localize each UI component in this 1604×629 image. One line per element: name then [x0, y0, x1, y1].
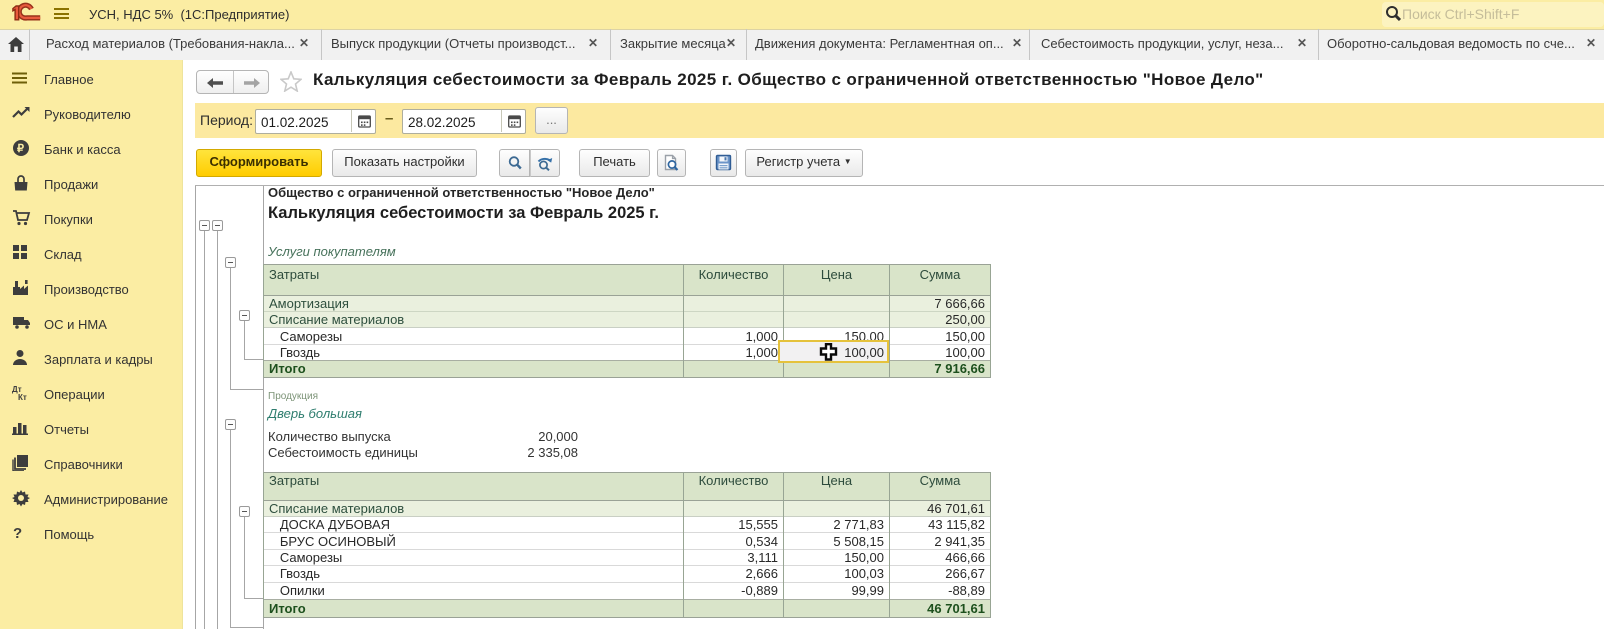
- svg-text:?: ?: [13, 525, 22, 541]
- svg-text:₽: ₽: [17, 143, 24, 155]
- svg-text:Кт: Кт: [18, 393, 27, 402]
